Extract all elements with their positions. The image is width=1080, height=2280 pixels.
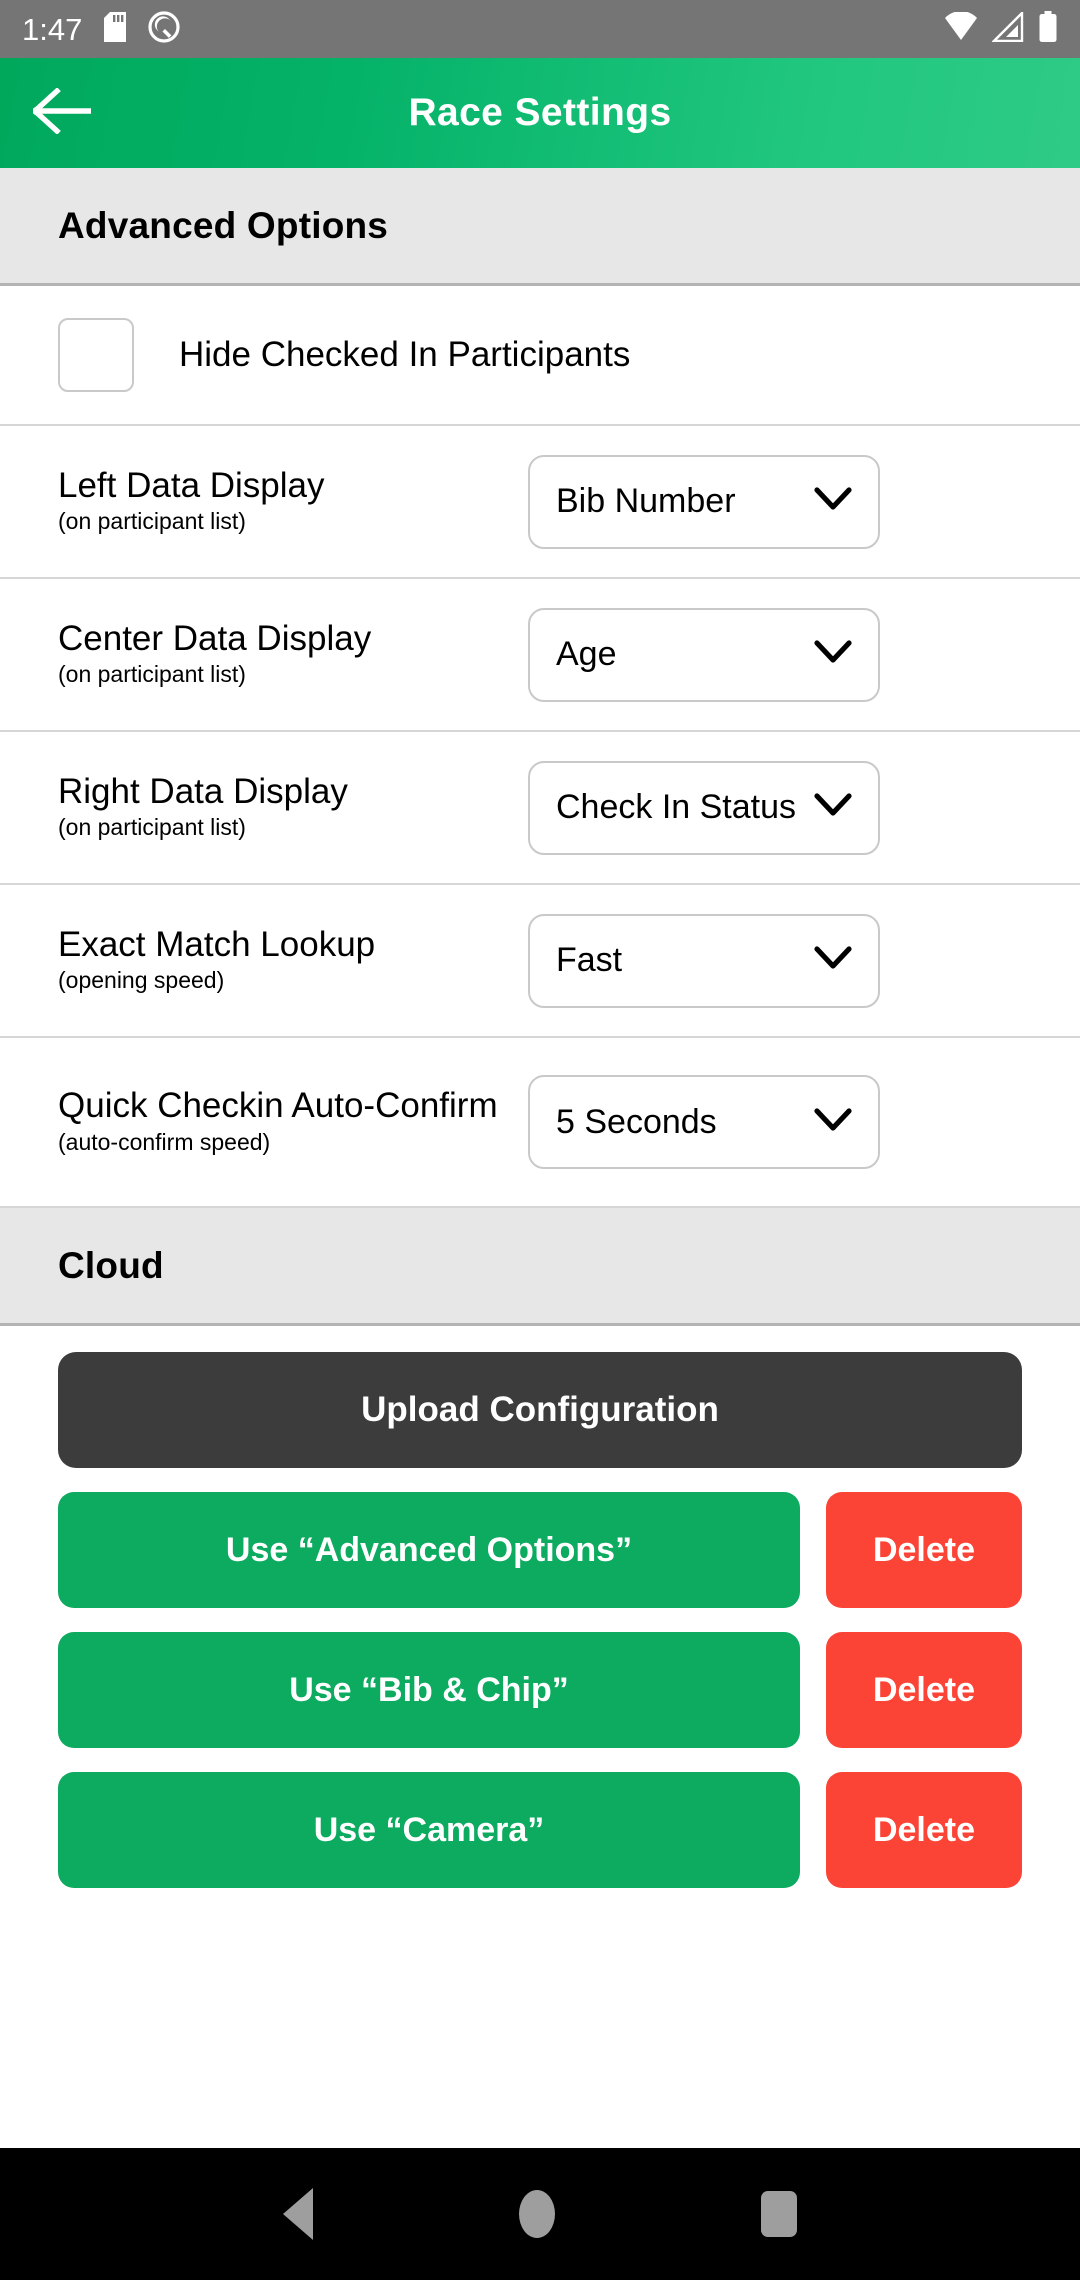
- chevron-down-icon: [814, 640, 852, 669]
- back-button[interactable]: [14, 65, 110, 161]
- delete-config-button[interactable]: Delete: [826, 1632, 1022, 1748]
- select-value: Age: [556, 635, 617, 673]
- select-value: Bib Number: [556, 482, 736, 520]
- left-data-display-select[interactable]: Bib Number: [528, 454, 880, 549]
- use-config-button[interactable]: Use “Advanced Options”: [58, 1492, 800, 1608]
- upload-configuration-button[interactable]: Upload Configuration: [58, 1352, 1022, 1468]
- status-bar-left: 1:47: [22, 10, 180, 48]
- chevron-down-icon: [814, 793, 852, 822]
- chevron-down-icon: [814, 946, 852, 975]
- row-label: Center Data Display: [58, 618, 372, 658]
- config-row-advanced-options: Use “Advanced Options” Delete: [58, 1492, 1022, 1608]
- chevron-down-icon: [814, 1107, 852, 1137]
- row-quick-checkin-auto-confirm[interactable]: Quick Checkin Auto-Confirm (auto-confirm…: [0, 1038, 1080, 1208]
- cloud-section-body: Upload Configuration Use “Advanced Optio…: [0, 1326, 1080, 1888]
- section-header-advanced-options: Advanced Options: [0, 168, 1080, 286]
- sd-card-icon: [104, 11, 127, 47]
- quick-checkin-auto-confirm-select[interactable]: 5 Seconds: [528, 1075, 880, 1169]
- config-row-camera: Use “Camera” Delete: [58, 1772, 1022, 1888]
- row-right-data-display[interactable]: Right Data Display (on participant list)…: [0, 732, 1080, 885]
- android-q-icon: [148, 10, 180, 48]
- section-header-cloud: Cloud: [0, 1208, 1080, 1326]
- app-bar: Race Settings: [0, 58, 1080, 168]
- section-title: Advanced Options: [58, 204, 389, 246]
- circle-home-icon[interactable]: [519, 2190, 555, 2238]
- row-sublabel: (on participant list): [58, 814, 246, 841]
- row-sublabel: (on participant list): [58, 508, 246, 535]
- status-bar-clock: 1:47: [22, 11, 83, 47]
- right-data-display-select[interactable]: Check In Status: [528, 760, 880, 855]
- row-exact-match-lookup[interactable]: Exact Match Lookup (opening speed) Fast: [0, 885, 1080, 1038]
- exact-match-lookup-select[interactable]: Fast: [528, 913, 880, 1008]
- row-sublabel: (auto-confirm speed): [58, 1128, 271, 1155]
- row-label-group: Quick Checkin Auto-Confirm (auto-confirm…: [58, 1088, 528, 1156]
- chevron-down-icon: [814, 487, 852, 516]
- triangle-back-icon[interactable]: [283, 2188, 313, 2240]
- row-sublabel: (on participant list): [58, 661, 246, 688]
- row-label: Exact Match Lookup: [58, 924, 376, 964]
- row-label-group: Exact Match Lookup (opening speed): [58, 924, 528, 995]
- use-config-button[interactable]: Use “Camera”: [58, 1772, 800, 1888]
- row-label-group: Center Data Display (on participant list…: [58, 618, 528, 689]
- row-sublabel: (opening speed): [58, 967, 225, 994]
- status-bar: 1:47: [0, 0, 1080, 58]
- select-value: Fast: [556, 941, 623, 979]
- row-left-data-display[interactable]: Left Data Display (on participant list) …: [0, 426, 1080, 579]
- battery-icon: [1038, 10, 1058, 48]
- row-label: Right Data Display: [58, 771, 348, 811]
- row-label: Left Data Display: [58, 465, 325, 505]
- hide-checked-in-label: Hide Checked In Participants: [179, 335, 631, 374]
- select-value: 5 Seconds: [556, 1102, 717, 1141]
- select-value: Check In Status: [556, 788, 797, 826]
- row-label-group: Right Data Display (on participant list): [58, 771, 528, 842]
- use-config-button[interactable]: Use “Bib & Chip”: [58, 1632, 800, 1748]
- square-recents-icon[interactable]: [761, 2191, 797, 2237]
- section-title: Cloud: [58, 1244, 164, 1286]
- row-hide-checked-in-participants[interactable]: Hide Checked In Participants: [0, 286, 1080, 426]
- row-label-group: Left Data Display (on participant list): [58, 465, 528, 536]
- android-navigation-bar: [0, 2148, 1080, 2280]
- hide-checked-in-checkbox[interactable]: [58, 318, 134, 392]
- delete-config-button[interactable]: Delete: [826, 1492, 1022, 1608]
- status-bar-right: [944, 9, 1058, 48]
- center-data-display-select[interactable]: Age: [528, 607, 880, 702]
- wifi-icon: [944, 10, 978, 47]
- cellular-signal-icon: [991, 9, 1024, 47]
- row-center-data-display[interactable]: Center Data Display (on participant list…: [0, 579, 1080, 732]
- arrow-left-icon: [31, 86, 92, 139]
- settings-scroll-area[interactable]: Advanced Options Hide Checked In Partici…: [0, 168, 1080, 2148]
- delete-config-button[interactable]: Delete: [826, 1772, 1022, 1888]
- page-title: Race Settings: [408, 91, 672, 134]
- row-label: Quick Checkin Auto-Confirm: [58, 1086, 498, 1126]
- config-row-bib-and-chip: Use “Bib & Chip” Delete: [58, 1632, 1022, 1748]
